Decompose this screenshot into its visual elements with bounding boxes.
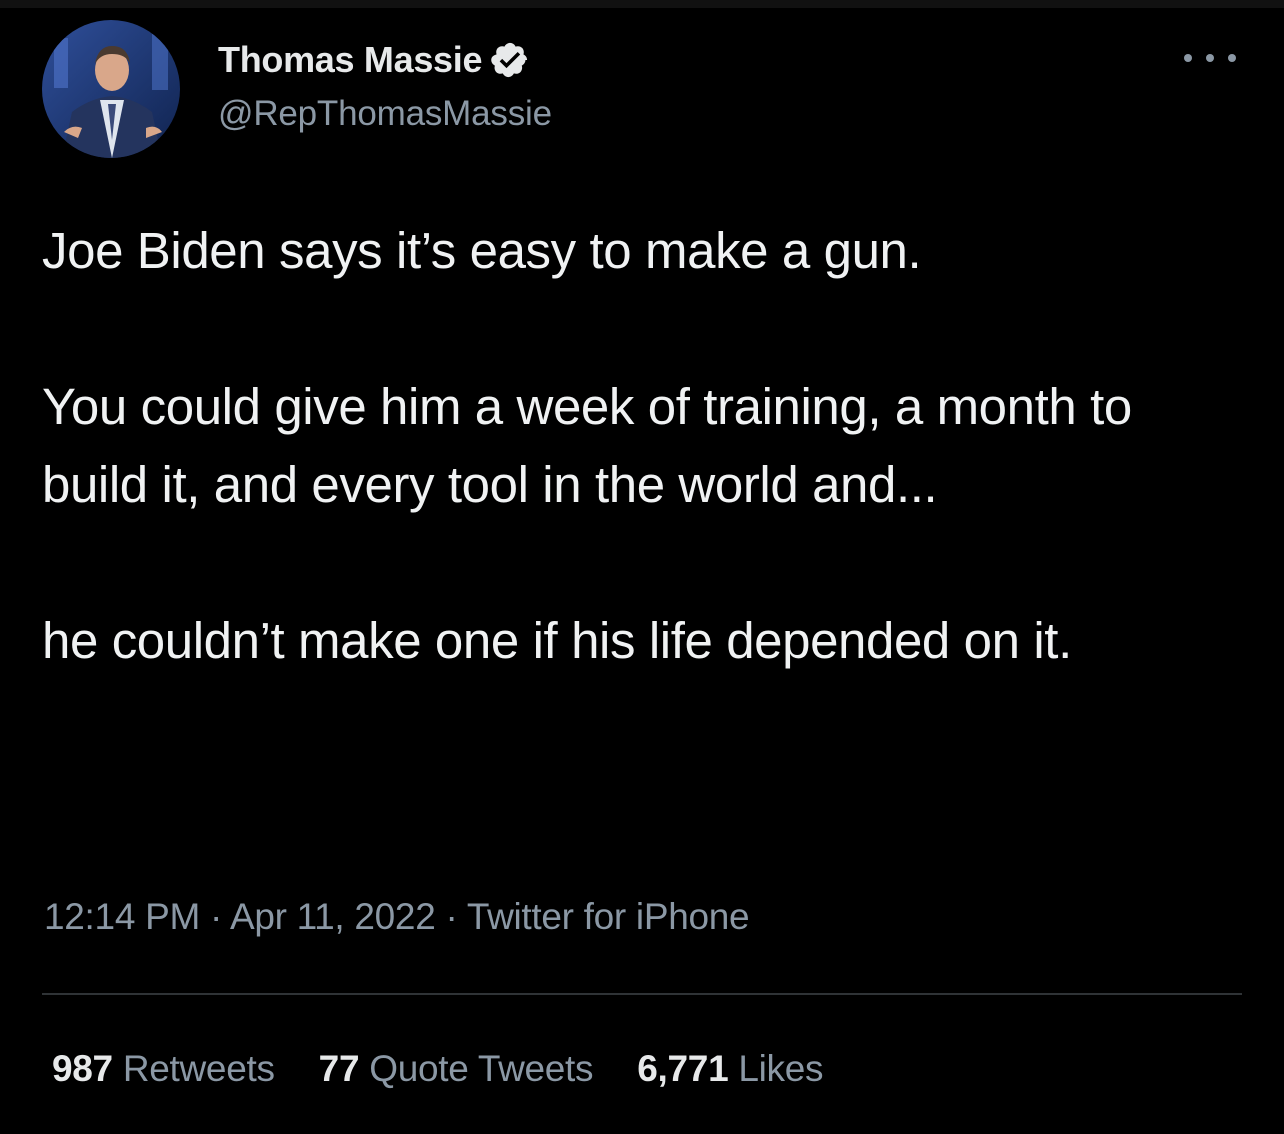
retweets-count: 987	[52, 1048, 113, 1089]
more-dot	[1228, 54, 1236, 62]
top-strip	[0, 0, 1284, 8]
author-handle[interactable]: @RepThomasMassie	[218, 94, 552, 134]
tweet-meta: 12:14 PM · Apr 11, 2022 · Twitter for iP…	[44, 896, 750, 938]
retweets-label: Retweets	[122, 1048, 275, 1089]
tweet-paragraph: Joe Biden says it’s easy to make a gun.	[42, 222, 922, 279]
author-name-row: Thomas Massie	[218, 38, 530, 82]
tweet-source[interactable]: Twitter for iPhone	[467, 896, 750, 937]
quotes-label: Quote Tweets	[369, 1048, 594, 1089]
quote-tweets-stat[interactable]: 77 Quote Tweets	[319, 1048, 594, 1090]
tweet-paragraph: he couldn’t make one if his life depende…	[42, 612, 1072, 669]
tweet-stats: 987 Retweets 77 Quote Tweets 6,771 Likes	[52, 1048, 867, 1090]
likes-count: 6,771	[637, 1048, 729, 1089]
more-dot	[1184, 54, 1192, 62]
meta-separator: ·	[209, 896, 222, 937]
tweet-text: Joe Biden says it’s easy to make a gun. …	[42, 212, 1242, 680]
author-name[interactable]: Thomas Massie	[218, 39, 483, 81]
likes-label: Likes	[738, 1048, 824, 1089]
more-dot	[1206, 54, 1214, 62]
avatar[interactable]	[42, 20, 180, 158]
tweet-header: Thomas Massie @RepThomasMassie	[42, 20, 1242, 160]
tweet-paragraph: You could give him a week of training, a…	[42, 378, 1132, 513]
divider	[42, 993, 1242, 995]
tweet-date[interactable]: Apr 11, 2022	[230, 896, 436, 937]
verified-badge-icon	[491, 42, 528, 78]
tweet-time[interactable]: 12:14 PM	[44, 896, 200, 937]
quotes-count: 77	[318, 1048, 360, 1089]
more-options-icon[interactable]	[1184, 48, 1236, 68]
retweets-stat[interactable]: 987 Retweets	[52, 1048, 275, 1090]
likes-stat[interactable]: 6,771 Likes	[637, 1048, 823, 1090]
avatar-photo	[42, 20, 180, 158]
meta-separator: ·	[445, 896, 458, 937]
